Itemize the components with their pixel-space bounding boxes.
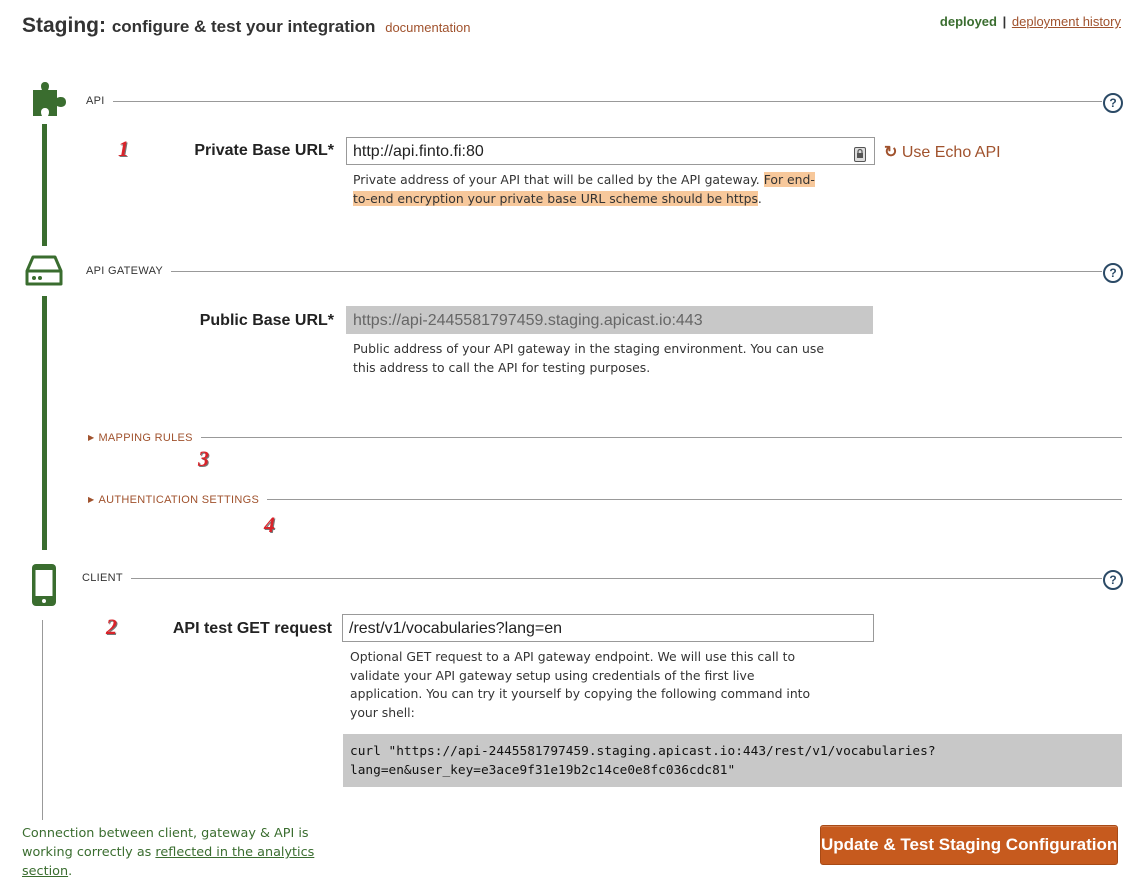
gateway-section-divider: [86, 271, 1102, 272]
timeline-api-line: [42, 124, 47, 246]
mobile-phone-icon: [30, 562, 58, 613]
server-drive-icon: [24, 254, 64, 293]
use-echo-api-link[interactable]: ↻ Use Echo API: [884, 142, 1001, 162]
analytics-link[interactable]: reflected in the analytics: [155, 845, 314, 860]
private-base-url-value: http://api.finto.fi:80: [353, 143, 484, 160]
separator: |: [1002, 14, 1007, 29]
authentication-settings-toggle[interactable]: ▶ AUTHENTICATION SETTINGS: [88, 494, 268, 506]
gateway-help-icon[interactable]: ?: [1103, 263, 1123, 283]
caret-right-icon: ▶: [88, 495, 95, 504]
public-base-url-help: Public address of your API gateway in th…: [353, 341, 824, 375]
use-echo-api-label: Use Echo API: [901, 144, 1001, 161]
step-3-marker: 3: [198, 446, 209, 471]
api-test-request-help: Optional GET request to a API gateway en…: [350, 649, 811, 720]
api-test-request-label: API test GET request: [172, 620, 332, 637]
mapping-rules-divider: [88, 437, 1122, 438]
deployment-history-link[interactable]: deployment history: [1012, 14, 1121, 29]
analytics-section-link[interactable]: section: [22, 864, 68, 879]
password-manager-icon[interactable]: [854, 144, 866, 172]
public-base-url-label: Public Base URL*: [199, 312, 334, 329]
client-help-icon[interactable]: ?: [1103, 570, 1123, 590]
undo-icon: ↻: [884, 144, 898, 161]
private-base-url-label: Private Base URL*: [194, 142, 334, 159]
mapping-rules-toggle[interactable]: ▶ MAPPING RULES: [88, 432, 201, 444]
update-test-staging-button[interactable]: Update & Test Staging Configuration: [820, 825, 1118, 865]
puzzle-piece-icon: [29, 80, 71, 125]
deployed-status: deployed: [939, 14, 997, 29]
api-help-icon[interactable]: ?: [1103, 93, 1123, 113]
title-main: Staging:: [22, 14, 106, 37]
connection-status-note: Connection between client, gateway & API…: [22, 826, 315, 879]
private-base-url-help: Private address of your API that will be…: [353, 172, 815, 206]
documentation-link[interactable]: documentation: [385, 20, 470, 35]
api-section-divider: [86, 101, 1102, 102]
api-test-request-input[interactable]: /rest/v1/vocabularies?lang=en: [342, 614, 874, 642]
caret-right-icon: ▶: [88, 433, 95, 442]
step-1-marker: 1: [118, 136, 129, 161]
curl-command-box[interactable]: curl "https://api-2445581797459.staging.…: [343, 734, 1122, 787]
title-sub: configure & test your integration: [111, 17, 376, 36]
public-base-url-input: https://api-2445581797459.staging.apicas…: [346, 306, 873, 334]
page-title: Staging: configure & test your integrati…: [22, 14, 471, 38]
timeline-client-line: [42, 620, 43, 820]
timeline-gateway-line: [42, 296, 47, 550]
client-section-label: CLIENT: [82, 572, 131, 584]
public-base-url-value: https://api-2445581797459.staging.apicas…: [353, 312, 703, 329]
gateway-section-label: API GATEWAY: [86, 265, 172, 277]
api-section-label: API: [86, 95, 113, 107]
private-base-url-input[interactable]: http://api.finto.fi:80: [346, 137, 875, 165]
deployment-status: deployed | deployment history: [940, 14, 1121, 29]
step-2-marker: 2: [106, 614, 117, 639]
api-test-request-value: /rest/v1/vocabularies?lang=en: [349, 620, 563, 637]
step-4-marker: 4: [264, 512, 275, 537]
client-section-divider: [82, 578, 1102, 579]
